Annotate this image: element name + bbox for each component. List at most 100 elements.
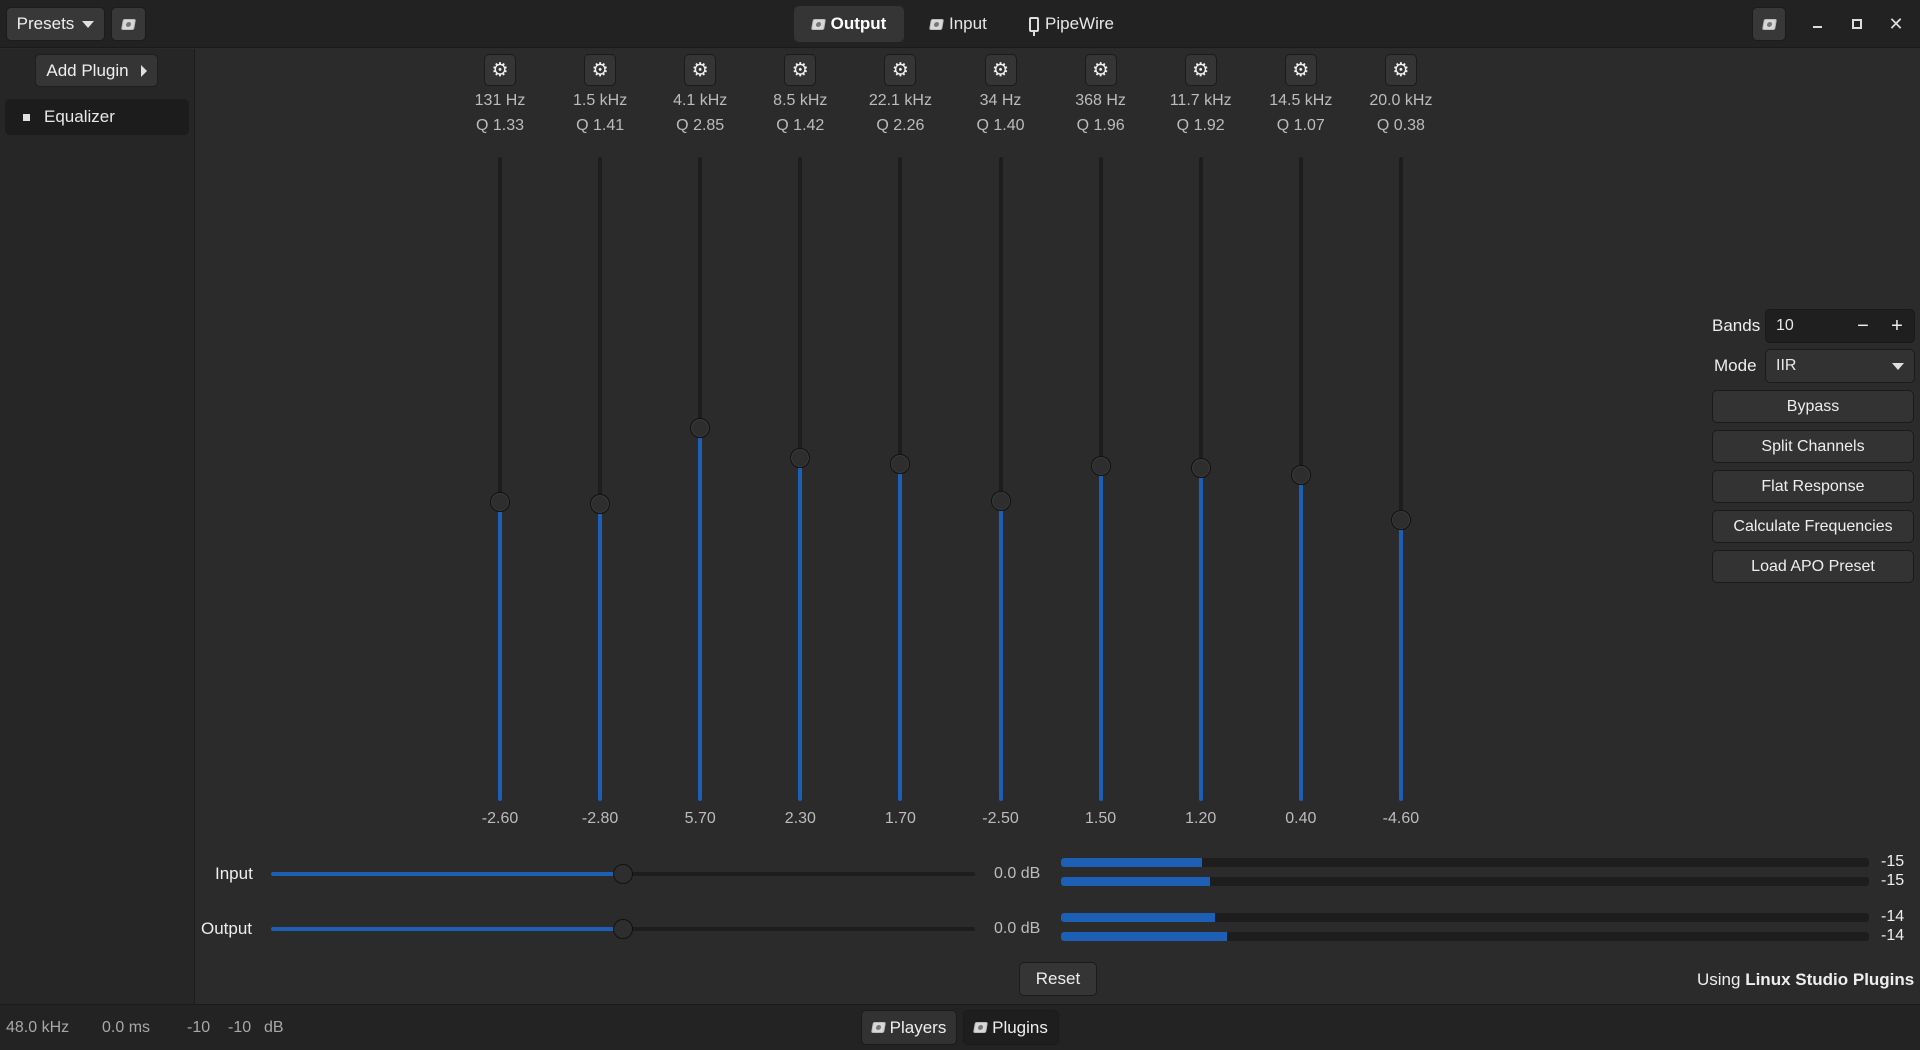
sidebar-item-equalizer[interactable]: Equalizer xyxy=(5,99,189,135)
band-settings-button[interactable]: ⚙ xyxy=(484,54,516,86)
band-quality: Q 1.07 xyxy=(1276,117,1325,134)
band-quality: Q 1.41 xyxy=(576,117,625,134)
band-settings-button[interactable]: ⚙ xyxy=(984,54,1017,86)
band-gain-value: -2.80 xyxy=(581,810,619,827)
bands-increment-button[interactable]: + xyxy=(1880,310,1914,342)
band-gain-fill xyxy=(1198,468,1203,801)
gear-icon: ⚙ xyxy=(1392,59,1410,81)
plugins-icon xyxy=(973,1022,989,1033)
band-quality: Q 1.92 xyxy=(1176,117,1225,134)
band-gain-value: 2.30 xyxy=(784,810,816,827)
plugin-sidebar: Add Plugin Equalizer xyxy=(0,49,195,1004)
band-quality: Q 1.40 xyxy=(976,117,1025,134)
input-meter-right-value: -15 xyxy=(1881,872,1905,889)
using-name: Linux Studio Plugins xyxy=(1745,970,1915,989)
input-gain-label: Input xyxy=(215,864,253,883)
band-gain-knob[interactable] xyxy=(690,418,711,439)
band-settings-button[interactable]: ⚙ xyxy=(1284,54,1317,86)
band-settings-button[interactable]: ⚙ xyxy=(1384,54,1417,86)
bands-spinbutton[interactable]: 10 − + xyxy=(1765,309,1915,343)
meter-fill xyxy=(1061,877,1211,886)
sample-rate: 48.0 kHz xyxy=(6,1019,70,1036)
bands-value[interactable]: 10 xyxy=(1766,317,1846,335)
flat-response-label: Flat Response xyxy=(1761,477,1865,495)
tab-output[interactable]: Output xyxy=(794,6,904,42)
gear-icon: ⚙ xyxy=(1192,59,1210,81)
band-quality: Q 0.38 xyxy=(1376,117,1425,134)
players-button[interactable]: Players xyxy=(861,1010,957,1045)
band-frequency: 1.5 kHz xyxy=(572,92,628,109)
input-gain-knob[interactable] xyxy=(613,864,633,884)
app-menu-icon xyxy=(1761,18,1777,30)
gear-icon: ⚙ xyxy=(1292,59,1310,81)
minimize-button[interactable] xyxy=(1805,12,1829,36)
band-gain-knob[interactable] xyxy=(990,491,1011,512)
output-icon xyxy=(810,18,826,30)
band-gain-knob[interactable] xyxy=(890,453,911,474)
minus-icon: − xyxy=(1857,314,1869,337)
output-meter-left-value: -14 xyxy=(1881,908,1905,925)
tab-output-label: Output xyxy=(830,14,887,33)
reset-button[interactable]: Reset xyxy=(1019,962,1097,996)
band-gain-value: 5.70 xyxy=(684,810,716,827)
calculate-frequencies-button[interactable]: Calculate Frequencies xyxy=(1712,510,1914,543)
close-button[interactable]: ✕ xyxy=(1884,12,1908,36)
menu-icon-button[interactable] xyxy=(1752,7,1786,41)
band-frequency: 4.1 kHz xyxy=(673,92,728,109)
band-gain-knob[interactable] xyxy=(1090,455,1111,476)
band-frequency: 368 Hz xyxy=(1075,92,1126,109)
band-gain-fill xyxy=(1398,520,1403,801)
band-gain-fill xyxy=(498,502,502,801)
add-plugin-label: Add Plugin xyxy=(46,60,129,80)
using-prefix: Using xyxy=(1697,970,1741,989)
band-quality: Q 2.26 xyxy=(876,117,925,134)
band-gain-knob[interactable] xyxy=(790,448,811,469)
tab-pipewire[interactable]: PipeWire xyxy=(1015,6,1128,42)
presets-button[interactable]: Presets xyxy=(6,7,105,41)
chevron-right-icon xyxy=(140,64,147,77)
bypass-button[interactable]: Bypass xyxy=(1712,390,1914,423)
load-apo-preset-button[interactable]: Load APO Preset xyxy=(1712,550,1914,583)
band-settings-button[interactable]: ⚙ xyxy=(684,54,717,86)
split-channels-button[interactable]: Split Channels xyxy=(1712,430,1914,463)
level-unit: dB xyxy=(264,1019,284,1036)
band-quality: Q 1.42 xyxy=(776,117,825,134)
band-gain-knob[interactable] xyxy=(1290,465,1311,486)
band-frequency: 8.5 kHz xyxy=(773,92,828,109)
band-settings-button[interactable]: ⚙ xyxy=(1084,54,1117,86)
band-settings-button[interactable]: ⚙ xyxy=(584,54,617,86)
mode-dropdown[interactable]: IIR xyxy=(1765,349,1915,383)
output-gain-knob[interactable] xyxy=(613,919,633,939)
band-settings-button[interactable]: ⚙ xyxy=(884,54,917,86)
input-gain-fill xyxy=(271,872,623,876)
band-settings-button[interactable]: ⚙ xyxy=(1184,54,1217,86)
plugin-status-icon xyxy=(23,113,30,121)
band-gain-knob[interactable] xyxy=(1390,510,1411,531)
input-icon xyxy=(929,18,944,30)
meter-fill xyxy=(1061,858,1203,867)
tab-input[interactable]: Input xyxy=(916,6,1001,42)
band-frequency: 14.5 kHz xyxy=(1269,92,1333,109)
preset-icon-button[interactable] xyxy=(111,7,146,41)
band-gain-value: 1.20 xyxy=(1185,810,1217,827)
band-gain-knob[interactable] xyxy=(1190,458,1211,479)
tab-pipewire-label: PipeWire xyxy=(1045,14,1114,33)
level-left: -10 xyxy=(187,1019,211,1036)
bands-decrement-button[interactable]: − xyxy=(1846,310,1880,342)
band-gain-fill xyxy=(898,463,903,801)
pipewire-icon xyxy=(1029,16,1039,36)
band-settings-button[interactable]: ⚙ xyxy=(784,54,817,86)
input-meter-left xyxy=(1061,858,1869,867)
load-apo-preset-label: Load APO Preset xyxy=(1751,557,1875,575)
band-gain-knob[interactable] xyxy=(590,494,611,515)
band-gain-value: -2.50 xyxy=(982,810,1019,827)
add-plugin-button[interactable]: Add Plugin xyxy=(35,54,158,87)
band-quality: Q 2.85 xyxy=(676,117,725,134)
maximize-button[interactable] xyxy=(1845,12,1869,36)
flat-response-button[interactable]: Flat Response xyxy=(1712,470,1914,503)
using-plugins-label: Using Linux Studio Plugins xyxy=(1697,970,1914,990)
plugins-button[interactable]: Plugins xyxy=(963,1010,1059,1045)
band-gain-knob[interactable] xyxy=(490,492,510,513)
band-quality: Q 1.96 xyxy=(1076,117,1125,134)
header-bar: Presets Output Input PipeWire ✕ xyxy=(0,0,1920,48)
